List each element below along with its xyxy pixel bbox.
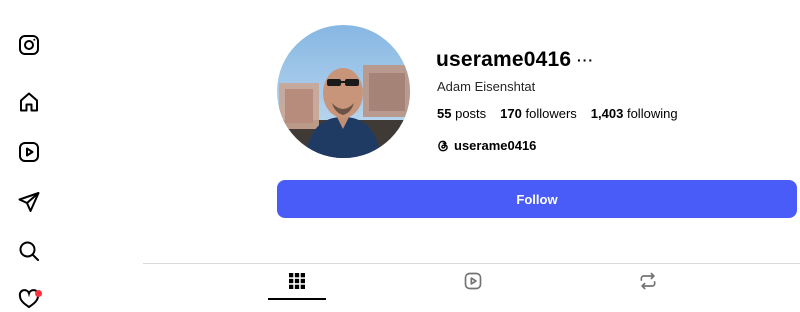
profile-stats: 55 posts 170 followers 1,403 following	[437, 106, 678, 121]
posts-stat[interactable]: 55 posts	[437, 106, 486, 121]
posts-count: 55	[437, 106, 452, 121]
followers-label: followers	[525, 106, 577, 121]
more-options-button[interactable]: ···	[577, 52, 594, 68]
sidebar	[0, 0, 60, 309]
followers-stat[interactable]: 170 followers	[500, 106, 577, 121]
tab-reels[interactable]	[444, 264, 502, 298]
following-count: 1,403	[590, 106, 624, 121]
posts-label: posts	[455, 106, 487, 121]
threads-handle: userame0416	[454, 138, 537, 153]
profile-tabs	[143, 263, 800, 300]
avatar-photo	[277, 25, 410, 158]
notifications-icon[interactable]	[16, 286, 42, 312]
following-label: following	[626, 106, 678, 121]
profile-avatar[interactable]	[277, 25, 410, 158]
home-icon[interactable]	[16, 89, 42, 115]
tab-posts[interactable]	[268, 264, 326, 300]
reels-icon[interactable]	[16, 139, 42, 165]
threads-link[interactable]: userame0416	[436, 138, 536, 153]
threads-icon	[438, 140, 448, 151]
instagram-logo-icon[interactable]	[16, 32, 42, 58]
follow-button[interactable]: Follow	[277, 180, 797, 218]
posts-grid-icon	[289, 273, 305, 289]
following-stat[interactable]: 1,403 following	[591, 106, 678, 121]
messages-icon[interactable]	[16, 189, 42, 215]
followers-count: 170	[500, 106, 522, 121]
profile-username: userame0416	[436, 48, 572, 71]
reels-icon	[464, 272, 482, 290]
profile-full-name: Adam Eisenshtat	[437, 79, 536, 94]
tab-reposts[interactable]	[619, 264, 677, 298]
reposts-icon	[640, 272, 656, 290]
search-icon[interactable]	[16, 238, 42, 264]
notification-badge	[35, 290, 42, 297]
